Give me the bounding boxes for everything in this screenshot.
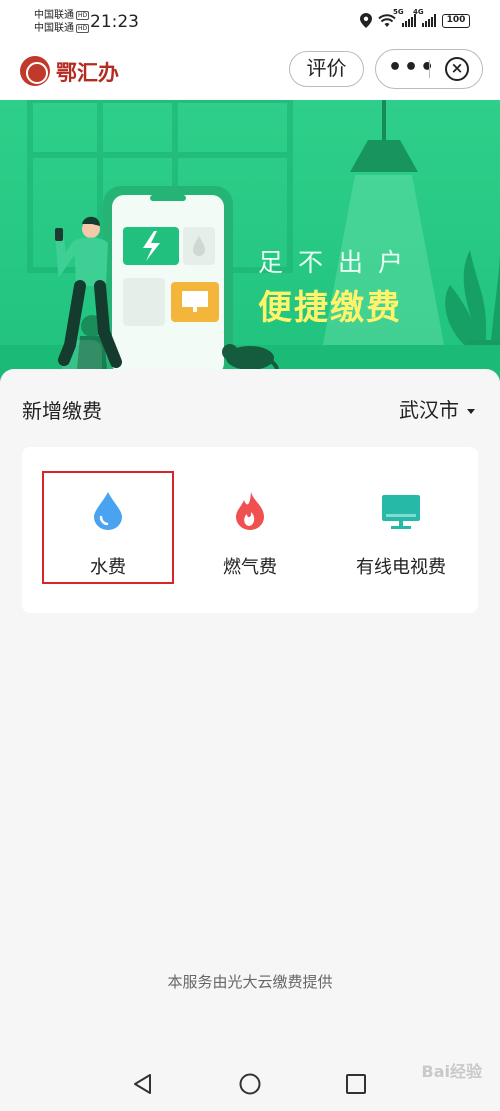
service-water-label: 水费 [90, 557, 126, 578]
city-label: 武汉市 [399, 398, 459, 422]
clock: 21:23 [90, 12, 139, 32]
watermark: Bai经验 [421, 1062, 482, 1081]
status-icons: 5G 4G 100 [360, 8, 470, 28]
promo-banner[interactable]: 足不出户 便捷缴费 [0, 100, 500, 390]
service-gas-label: 燃气费 [223, 557, 277, 578]
battery-icon: 100 [442, 13, 470, 28]
app-title: 鄂汇办 [56, 60, 119, 85]
carrier-info: 中国联通 HD 中国联通 HD [34, 9, 90, 35]
hd-badge: HD [76, 24, 90, 33]
location-icon [360, 13, 372, 28]
carrier-2: 中国联通 [34, 23, 74, 34]
carrier-1: 中国联通 [34, 10, 74, 21]
recents-nav-icon[interactable] [345, 1073, 367, 1095]
tv-icon [382, 495, 420, 529]
app-logo [20, 56, 50, 86]
city-selector[interactable]: 武汉市 [399, 394, 475, 423]
network-2-label: 4G [413, 8, 424, 16]
back-nav-icon[interactable] [132, 1073, 154, 1095]
water-drop-icon [94, 492, 122, 530]
payment-card: 新增缴费 武汉市 水费 燃气费 有线电视费 本服务由光大云缴费提供 [0, 369, 500, 1069]
service-cable-tv-label: 有线电视费 [356, 557, 446, 578]
service-gas[interactable]: 燃气费 [185, 472, 315, 582]
signal-4g-icon: 4G [413, 8, 436, 27]
close-button[interactable]: × [445, 57, 469, 81]
flame-icon [236, 492, 264, 530]
rate-button[interactable]: 评价 [289, 51, 364, 87]
service-water[interactable]: 水费 [43, 472, 173, 582]
section-title: 新增缴费 [22, 399, 102, 423]
menu-capsule: ••• × [375, 49, 483, 89]
mini-program-header: 鄂汇办 评价 ••• × [0, 44, 500, 100]
banner-illustration [0, 100, 500, 390]
network-1-label: 5G [393, 8, 404, 16]
status-bar: 中国联通 HD 中国联通 HD 21:23 5G 4G 100 [0, 0, 500, 44]
provider-note: 本服务由光大云缴费提供 [167, 973, 333, 991]
caret-down-icon [467, 409, 475, 414]
banner-slogan-line2: 便捷缴费 [258, 288, 402, 328]
banner-slogan-line1: 足不出户 [258, 248, 419, 277]
service-cable-tv[interactable]: 有线电视费 [336, 472, 466, 582]
service-grid: 水费 燃气费 有线电视费 [22, 447, 478, 613]
capsule-divider [429, 60, 430, 78]
hd-badge: HD [76, 11, 90, 20]
home-nav-icon[interactable] [239, 1073, 261, 1095]
